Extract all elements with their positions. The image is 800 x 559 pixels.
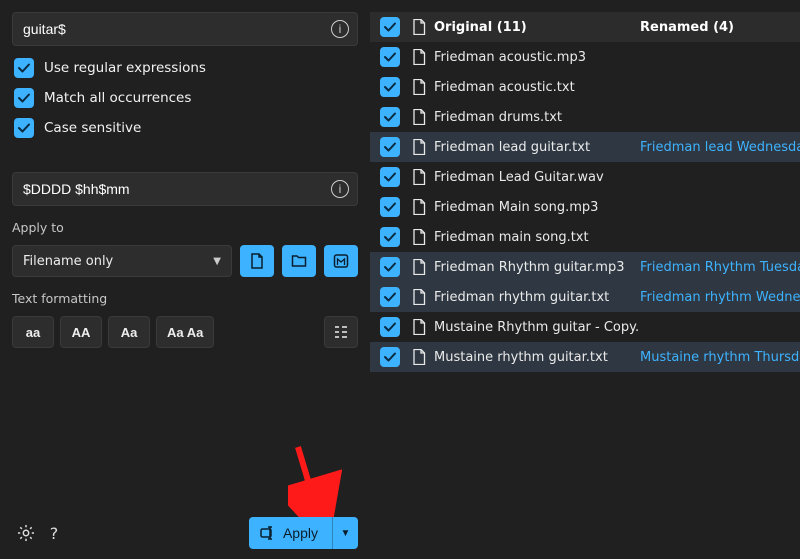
row-checkbox[interactable]: [380, 167, 400, 187]
renamed-name: Friedman lead Wednesday 1: [640, 140, 800, 155]
row-checkbox[interactable]: [380, 227, 400, 247]
file-list-body: Friedman acoustic.mp3 Friedman acoustic.t…: [370, 42, 800, 372]
format-lowercase-button[interactable]: aa: [12, 316, 54, 348]
file-row[interactable]: Friedman acoustic.txt: [370, 72, 800, 102]
file-list-header: Original (11) Renamed (4): [370, 12, 800, 42]
select-all-checkbox[interactable]: [380, 17, 400, 37]
row-checkbox[interactable]: [380, 257, 400, 277]
file-icon: [412, 139, 426, 155]
option-label: Case sensitive: [44, 120, 141, 136]
header-renamed-label: Renamed (4): [640, 20, 734, 35]
option-regex[interactable]: Use regular expressions: [14, 58, 356, 78]
text-formatting-label: Text formatting: [12, 291, 358, 306]
format-titlecase-first-button[interactable]: Aa: [108, 316, 150, 348]
file-name: Friedman acoustic.txt: [434, 80, 575, 95]
checkbox-checked-icon: [14, 118, 34, 138]
file-row[interactable]: Friedman acoustic.mp3: [370, 42, 800, 72]
rename-icon: [259, 525, 275, 541]
row-checkbox[interactable]: [380, 317, 400, 337]
include-files-button[interactable]: [240, 245, 274, 277]
file-icon: [412, 49, 426, 65]
file-icon: [412, 79, 426, 95]
file-icon: [412, 109, 426, 125]
file-icon: [412, 19, 426, 35]
option-label: Use regular expressions: [44, 60, 206, 76]
search-options: Use regular expressions Match all occurr…: [12, 56, 358, 144]
option-label: Match all occurrences: [44, 90, 191, 106]
file-row[interactable]: Friedman drums.txt: [370, 102, 800, 132]
file-row[interactable]: Friedman Lead Guitar.wav: [370, 162, 800, 192]
file-row[interactable]: Friedman rhythm guitar.txt Friedman rhyth…: [370, 282, 800, 312]
file-name: Mustaine Rhythm guitar - Copy.mp3: [434, 320, 640, 335]
header-original-label: Original (11): [434, 20, 527, 35]
file-icon: [412, 349, 426, 365]
option-case-sensitive[interactable]: Case sensitive: [14, 118, 356, 138]
enumerate-button[interactable]: [324, 316, 358, 348]
chevron-down-icon: ▼: [341, 528, 351, 539]
file-name: Friedman Rhythm guitar.mp3: [434, 260, 624, 275]
file-icon: [412, 229, 426, 245]
settings-panel: i Use regular expressions Match all occu…: [0, 0, 370, 559]
file-name: Friedman Lead Guitar.wav: [434, 170, 604, 185]
include-subfolders-button[interactable]: [324, 245, 358, 277]
row-checkbox[interactable]: [380, 197, 400, 217]
file-icon: [412, 319, 426, 335]
include-folders-button[interactable]: [282, 245, 316, 277]
chevron-down-icon: ▼: [213, 256, 221, 267]
file-name: Friedman drums.txt: [434, 110, 562, 125]
file-icon: [412, 289, 426, 305]
file-name: Friedman lead guitar.txt: [434, 140, 590, 155]
row-checkbox[interactable]: [380, 287, 400, 307]
checkbox-checked-icon: [14, 58, 34, 78]
row-checkbox[interactable]: [380, 137, 400, 157]
search-input[interactable]: [23, 21, 331, 37]
apply-dropdown-button[interactable]: ▼: [332, 517, 358, 549]
replace-field[interactable]: i: [12, 172, 358, 206]
file-name: Mustaine rhythm guitar.txt: [434, 350, 608, 365]
format-uppercase-button[interactable]: AA: [60, 316, 102, 348]
row-checkbox[interactable]: [380, 347, 400, 367]
replace-input[interactable]: [23, 181, 331, 197]
checkbox-checked-icon: [14, 88, 34, 108]
file-list-panel: Original (11) Renamed (4) Friedman acous…: [370, 0, 800, 559]
file-icon: [412, 259, 426, 275]
file-name: Friedman acoustic.mp3: [434, 50, 586, 65]
apply-to-select[interactable]: Filename only ▼: [12, 245, 232, 277]
renamed-name: Friedman rhythm Wednesda: [640, 290, 800, 305]
file-row[interactable]: Friedman Rhythm guitar.mp3 Friedman Rhyth…: [370, 252, 800, 282]
info-icon[interactable]: i: [331, 180, 349, 198]
apply-button[interactable]: Apply: [249, 517, 332, 549]
file-icon: [412, 199, 426, 215]
search-field[interactable]: i: [12, 12, 358, 46]
apply-to-label: Apply to: [12, 220, 358, 235]
file-icon: [412, 169, 426, 185]
help-button[interactable]: ?: [40, 519, 68, 547]
info-icon[interactable]: i: [331, 20, 349, 38]
apply-button-label: Apply: [283, 525, 318, 541]
file-name: Friedman main song.txt: [434, 230, 589, 245]
settings-button[interactable]: [12, 519, 40, 547]
file-row[interactable]: Friedman Main song.mp3: [370, 192, 800, 222]
select-value: Filename only: [23, 254, 113, 269]
row-checkbox[interactable]: [380, 107, 400, 127]
format-titlecase-each-button[interactable]: Aa Aa: [156, 316, 214, 348]
file-row[interactable]: Mustaine Rhythm guitar - Copy.mp3: [370, 312, 800, 342]
file-name: Friedman rhythm guitar.txt: [434, 290, 609, 305]
file-row[interactable]: Friedman lead guitar.txt Friedman lead We…: [370, 132, 800, 162]
file-name: Friedman Main song.mp3: [434, 200, 598, 215]
row-checkbox[interactable]: [380, 47, 400, 67]
renamed-name: Mustaine rhythm Thursday: [640, 350, 800, 365]
file-row[interactable]: Mustaine rhythm guitar.txt Mustaine rhyth…: [370, 342, 800, 372]
renamed-name: Friedman Rhythm Tuesday 1: [640, 260, 800, 275]
row-checkbox[interactable]: [380, 77, 400, 97]
option-match-all[interactable]: Match all occurrences: [14, 88, 356, 108]
file-row[interactable]: Friedman main song.txt: [370, 222, 800, 252]
